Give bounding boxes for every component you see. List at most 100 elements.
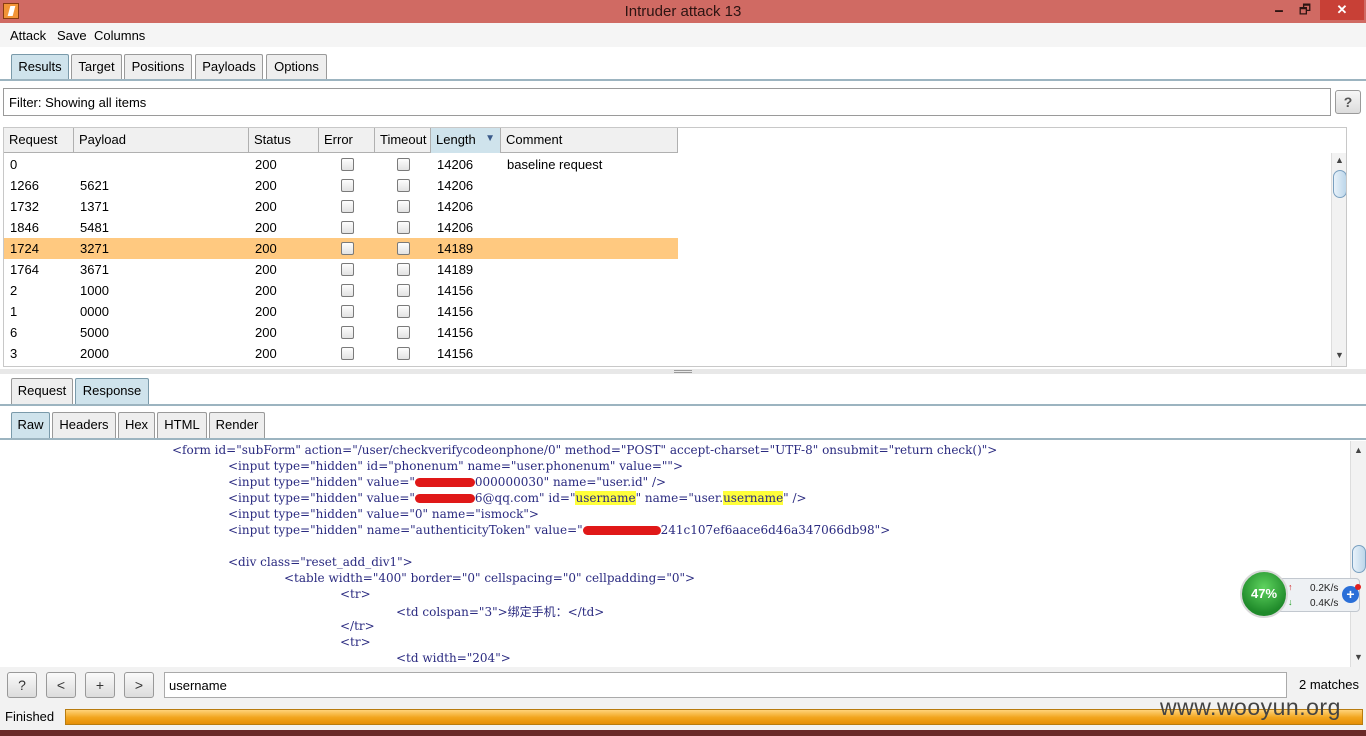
search-input[interactable] — [164, 672, 1287, 698]
usage-gauge[interactable]: 47% — [1240, 570, 1288, 618]
cell-status: 200 — [255, 199, 277, 214]
tab-target[interactable]: Target — [71, 54, 122, 80]
error-checkbox — [341, 284, 354, 297]
cell-request: 1 — [10, 304, 18, 319]
maximize-button[interactable]: 🗗 — [1292, 0, 1318, 20]
cell-status: 200 — [255, 157, 277, 172]
column-error[interactable]: Error — [319, 128, 375, 153]
table-row[interactable]: 1846 5481 200 14206 — [4, 217, 678, 238]
search-match-highlight: username — [723, 491, 784, 505]
error-checkbox — [341, 158, 354, 171]
code-line: <tr> — [340, 635, 371, 649]
timeout-checkbox — [397, 200, 410, 213]
scroll-up-icon[interactable]: ▲ — [1354, 445, 1363, 455]
table-row[interactable]: 2 1000 200 14156 — [4, 280, 678, 301]
table-row[interactable]: 1724 3271 200 14189 — [4, 238, 678, 259]
code-line: </tr> — [340, 619, 375, 633]
add-search-button[interactable]: + — [85, 672, 115, 698]
table-row[interactable]: 1 0000 200 14156 — [4, 301, 678, 322]
code-line: <input type="hidden" name="authenticityT… — [228, 523, 890, 537]
code-line: <input type="hidden" value=" 6@qq.com" id… — [228, 491, 807, 505]
plus-icon[interactable]: + — [1342, 584, 1361, 603]
tab-hex[interactable]: Hex — [118, 412, 155, 438]
upload-arrow-icon: ↑ — [1288, 582, 1293, 592]
column-payload[interactable]: Payload — [74, 128, 249, 153]
code-fragment: <input type="hidden" value=" — [228, 491, 415, 505]
table-row[interactable]: 1266 5621 200 14206 — [4, 175, 678, 196]
cell-payload: 3271 — [80, 241, 109, 256]
code-line: <input type="hidden" value="0" name="ism… — [228, 507, 539, 521]
tab-positions[interactable]: Positions — [124, 54, 192, 80]
scroll-thumb[interactable] — [1333, 170, 1346, 198]
timeout-checkbox — [397, 305, 410, 318]
column-request[interactable]: Request — [4, 128, 74, 153]
search-help-button[interactable]: ? — [7, 672, 37, 698]
tab-divider — [0, 79, 1366, 81]
column-comment[interactable]: Comment — [501, 128, 678, 153]
code-fragment: " name="user. — [635, 491, 724, 505]
tab-html[interactable]: HTML — [157, 412, 207, 438]
download-arrow-icon: ↓ — [1288, 597, 1293, 607]
tab-response[interactable]: Response — [75, 378, 149, 404]
tab-headers[interactable]: Headers — [52, 412, 116, 438]
cell-length: 14156 — [437, 304, 474, 319]
timeout-checkbox — [397, 242, 410, 255]
scroll-down-icon[interactable]: ▼ — [1354, 652, 1363, 662]
cell-length: 14189 — [437, 241, 474, 256]
previous-match-button[interactable]: < — [46, 672, 76, 698]
scroll-up-icon[interactable]: ▲ — [1335, 155, 1344, 165]
upload-rate: 0.2K/s — [1310, 583, 1339, 594]
splitter-grip-icon[interactable] — [674, 370, 692, 373]
view-tab-divider — [0, 438, 1366, 440]
table-row[interactable]: 3 2000 200 14156 — [4, 343, 678, 364]
cell-payload: 1000 — [80, 283, 109, 298]
timeout-checkbox — [397, 347, 410, 360]
redaction-mark — [582, 526, 661, 535]
scroll-down-icon[interactable]: ▼ — [1335, 350, 1344, 360]
menu-columns[interactable]: Columns — [94, 28, 145, 43]
cell-status: 200 — [255, 241, 277, 256]
tab-options[interactable]: Options — [266, 54, 327, 80]
cell-request: 1846 — [10, 220, 39, 235]
cell-status: 200 — [255, 325, 277, 340]
tab-request[interactable]: Request — [11, 378, 73, 404]
timeout-checkbox — [397, 326, 410, 339]
code-line: <td colspan="3">绑定手机：</td> — [396, 605, 605, 619]
code-line: <div class="reset_add_div1"> — [228, 555, 413, 569]
pane-splitter[interactable] — [0, 369, 1366, 374]
next-match-button[interactable]: > — [124, 672, 154, 698]
menu-save[interactable]: Save — [57, 28, 87, 43]
cell-payload: 0000 — [80, 304, 109, 319]
menu-bar: Attack Save Columns — [0, 23, 1366, 47]
code-fragment: 241c107ef6aace6d46a347066db98"> — [660, 523, 891, 537]
filter-help-button[interactable]: ? — [1335, 90, 1361, 114]
table-row[interactable]: 1732 1371 200 14206 — [4, 196, 678, 217]
table-scrollbar[interactable]: ▲ ▼ — [1331, 153, 1346, 366]
response-scrollbar[interactable]: ▲ ▼ — [1350, 441, 1366, 667]
table-row[interactable]: 1764 3671 200 14189 — [4, 259, 678, 280]
error-checkbox — [341, 200, 354, 213]
close-button[interactable]: ✕ — [1320, 0, 1364, 20]
cell-status: 200 — [255, 262, 277, 277]
filter-bar[interactable]: Filter: Showing all items — [3, 88, 1331, 116]
minimize-button[interactable]: 🗕 — [1266, 0, 1292, 20]
response-raw-view[interactable]: <form id="subForm" action="/user/checkve… — [0, 441, 1350, 667]
title-bar: Intruder attack 13 🗕 🗗 ✕ — [0, 0, 1366, 23]
code-line: <table width="400" border="0" cellspacin… — [284, 571, 696, 585]
tab-render[interactable]: Render — [209, 412, 265, 438]
tab-payloads[interactable]: Payloads — [195, 54, 263, 80]
column-timeout[interactable]: Timeout — [375, 128, 431, 153]
scroll-thumb[interactable] — [1352, 545, 1366, 573]
column-status[interactable]: Status — [249, 128, 319, 153]
menu-attack[interactable]: Attack — [10, 28, 46, 43]
tab-raw[interactable]: Raw — [11, 412, 50, 438]
column-length[interactable]: Length ▼ — [431, 128, 501, 153]
detail-tab-divider — [0, 404, 1366, 406]
table-row[interactable]: 0 200 14206 baseline request — [4, 154, 678, 175]
table-row[interactable]: 6 5000 200 14156 — [4, 322, 678, 343]
cell-request: 0 — [10, 157, 18, 172]
network-monitor-widget[interactable]: 47% ↑ 0.2K/s ↓ 0.4K/s + — [1240, 570, 1364, 618]
cell-length: 14189 — [437, 262, 474, 277]
tab-results[interactable]: Results — [11, 54, 69, 80]
taskbar — [0, 730, 1366, 736]
